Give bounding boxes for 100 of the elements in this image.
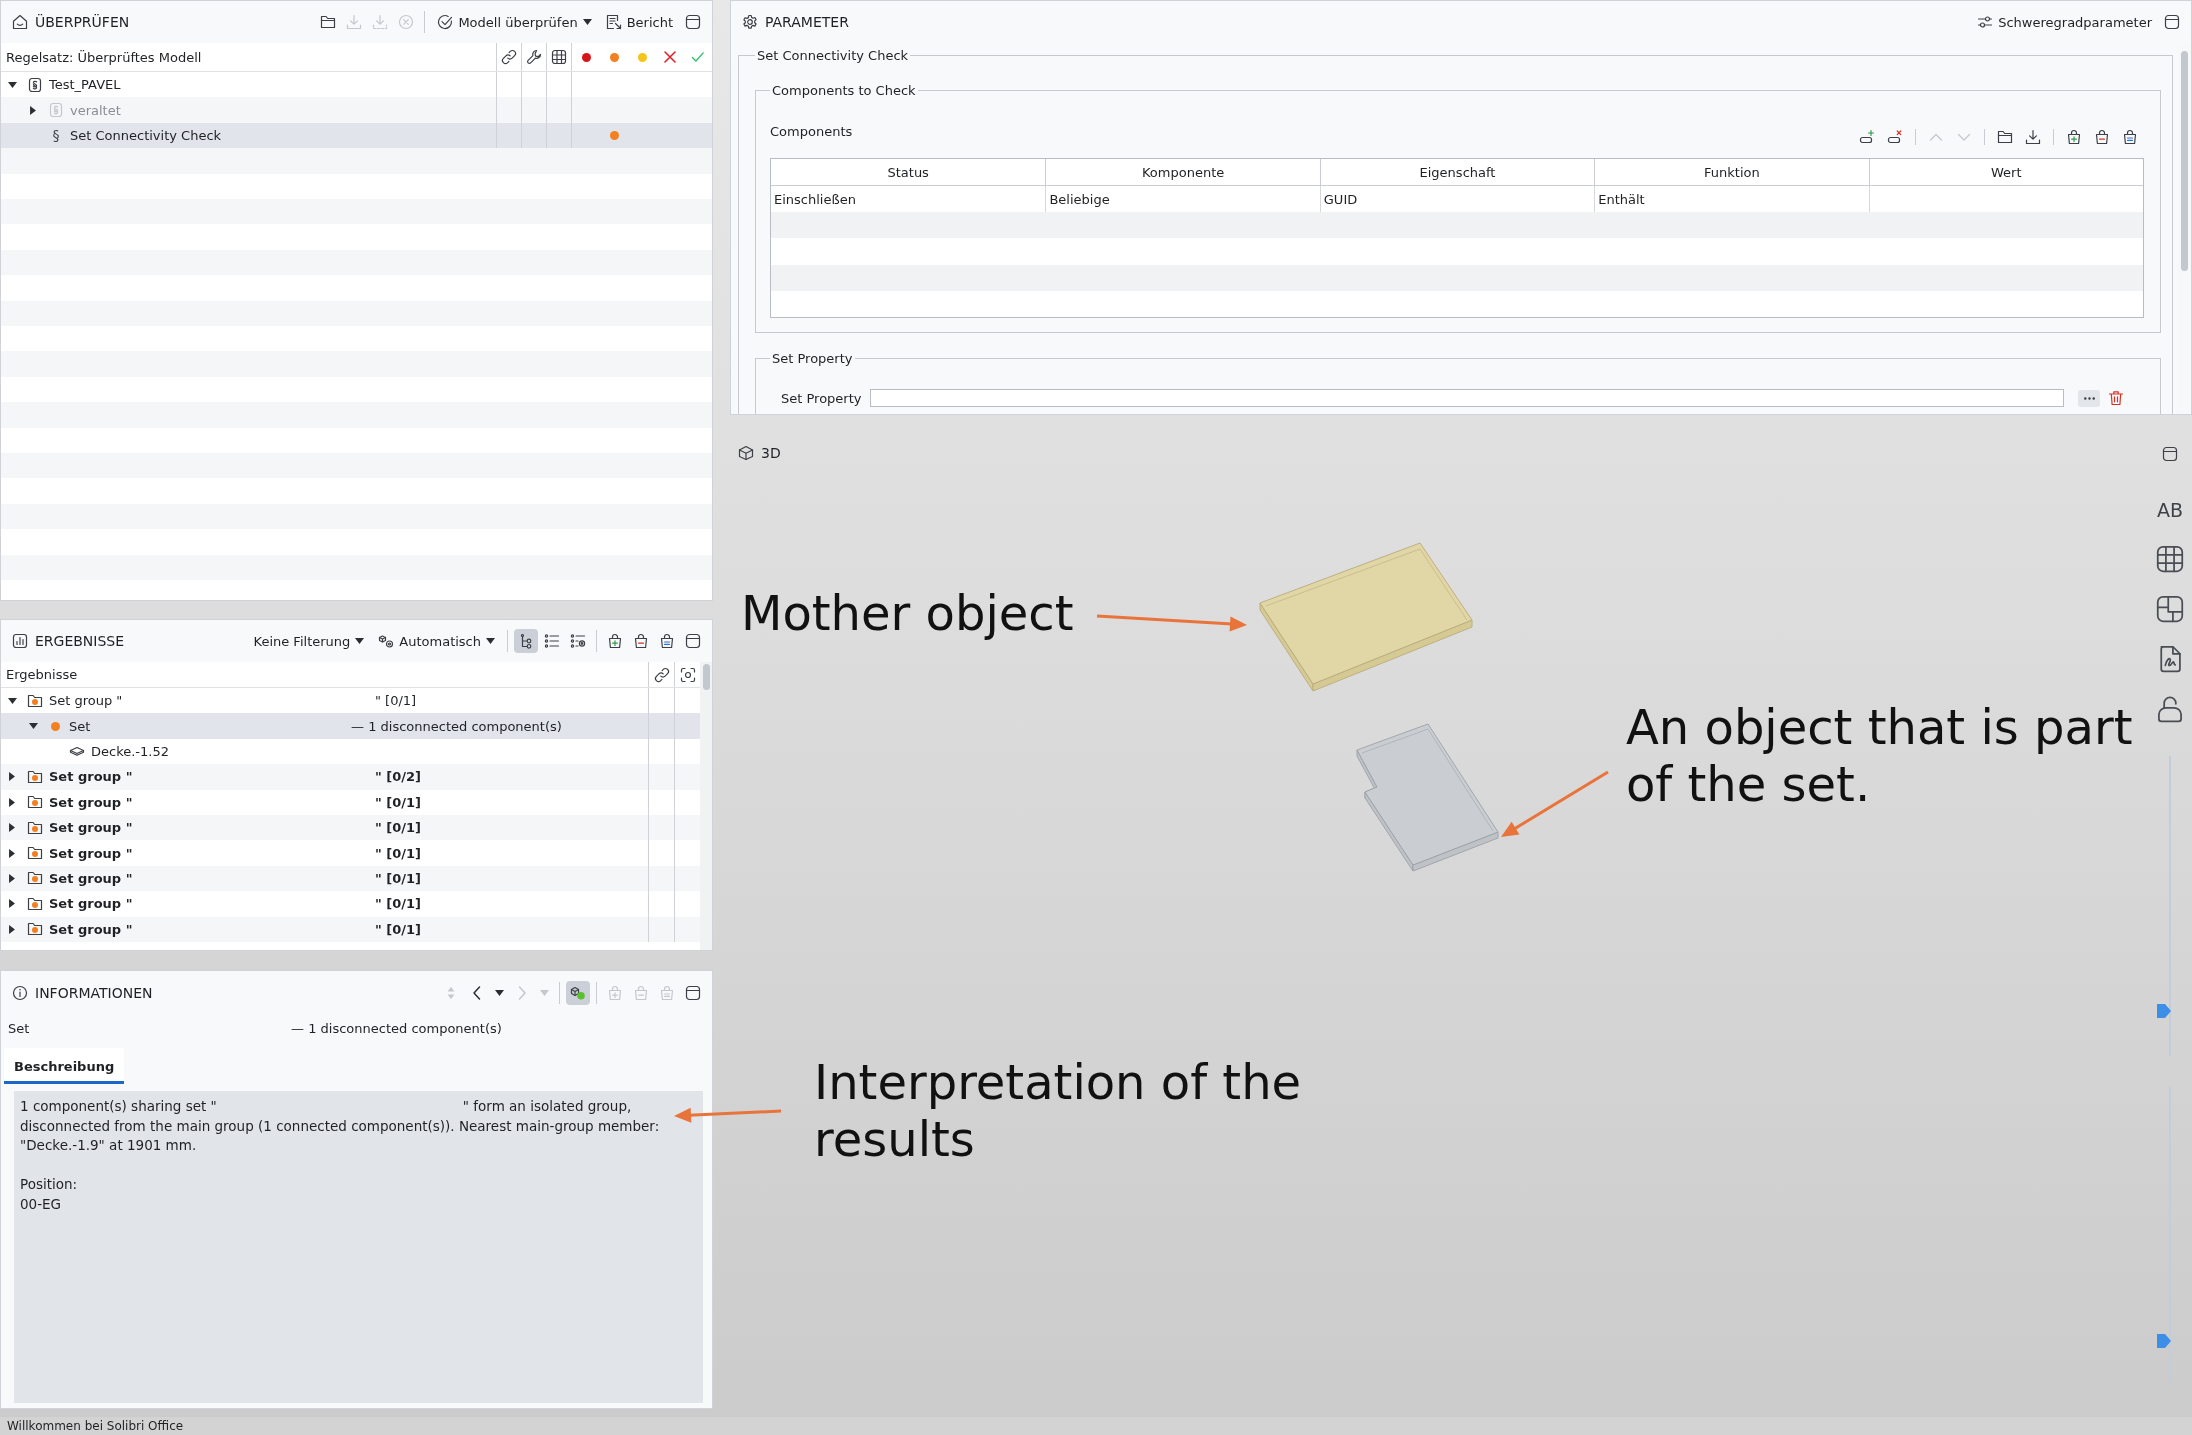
- folder-icon[interactable]: [320, 14, 337, 30]
- check-circle-icon: [437, 14, 454, 30]
- sliders-icon: [1977, 14, 1994, 30]
- caret-right-icon[interactable]: [9, 772, 15, 782]
- caret-down-icon: [355, 638, 365, 644]
- severity-parameters-button[interactable]: Schweregradparameter: [1975, 12, 2154, 32]
- severity-dot-icon[interactable]: [637, 52, 647, 62]
- column-header[interactable]: Status: [771, 159, 1046, 185]
- group-legend: Set Connectivity Check: [755, 48, 911, 63]
- panel-title: ÜBERPRÜFEN: [35, 14, 130, 30]
- column-header: Regelsatz: Überprüftes Modell: [5, 49, 203, 65]
- group-legend: Set Property: [770, 351, 855, 367]
- tab[interactable]: Beschreibung: [4, 1048, 125, 1084]
- tree-item-label: Set group ": [49, 769, 133, 785]
- result-detail: " [0/2]: [375, 769, 422, 785]
- window-icon[interactable]: [2164, 14, 2180, 30]
- table-cell: Einschließen: [774, 191, 856, 207]
- report-button[interactable]: Bericht: [603, 12, 675, 32]
- download-icon[interactable]: [2025, 129, 2041, 145]
- tree-row[interactable]: § Set Connectivity Check: [1, 122, 712, 149]
- folder-icon: [27, 845, 43, 862]
- highlight-cubes-icon[interactable]: [566, 981, 590, 1005]
- column-header[interactable]: Komponente: [1045, 159, 1320, 185]
- column-header[interactable]: Funktion: [1594, 159, 1869, 185]
- bag-minus-icon[interactable]: [2094, 129, 2110, 145]
- tree-item-label: Set Connectivity Check: [70, 127, 222, 143]
- caret-right-icon[interactable]: [9, 848, 15, 858]
- position-label: Position:: [20, 1175, 79, 1195]
- link-icon[interactable]: [501, 49, 517, 65]
- scrollbar[interactable]: [700, 662, 712, 950]
- result-detail: " [0/1]: [375, 896, 422, 912]
- group-legend: Components to Check: [770, 83, 918, 98]
- list-settings-icon[interactable]: [570, 633, 586, 649]
- result-detail: " [0/1]: [375, 794, 422, 810]
- add-row-icon[interactable]: [1859, 129, 1875, 145]
- focus-icon[interactable]: [679, 666, 696, 683]
- caret-right-icon[interactable]: [9, 823, 15, 833]
- list-icon[interactable]: [544, 633, 560, 649]
- cross-icon[interactable]: [664, 51, 676, 63]
- remove-row-icon[interactable]: [1887, 129, 1903, 145]
- caret-down-icon[interactable]: [28, 723, 38, 730]
- table-icon[interactable]: [551, 49, 567, 65]
- slab-icon: [70, 746, 84, 756]
- tree-view-icon[interactable]: [514, 629, 538, 653]
- window-icon[interactable]: [685, 985, 701, 1001]
- severity-dot-icon[interactable]: [581, 52, 591, 62]
- window-icon[interactable]: [685, 14, 701, 30]
- labels-button[interactable]: AB: [2156, 497, 2183, 523]
- tree-row[interactable]: Set — 1 disconnected component(s): [1, 713, 700, 739]
- tree-item-label: veraltet: [70, 102, 121, 118]
- tree-item-label: Set group ": [49, 870, 133, 886]
- filter-dropdown[interactable]: Keine Filterung: [251, 631, 367, 651]
- check-model-button[interactable]: Modell überprüfen: [435, 12, 594, 32]
- caret-down-icon: [582, 19, 592, 25]
- caret-down-icon[interactable]: [495, 990, 504, 996]
- bag-minus-icon[interactable]: [633, 633, 649, 649]
- caret-down-icon[interactable]: [7, 697, 17, 704]
- tree-item-label: Set group ": [49, 820, 133, 836]
- trash-icon[interactable]: [2108, 390, 2124, 407]
- caret-right-icon[interactable]: [9, 924, 15, 934]
- chart-icon: [12, 633, 28, 649]
- bag-plus-icon[interactable]: [2066, 129, 2082, 145]
- panel-title: ERGEBNISSE: [35, 633, 125, 649]
- column-header[interactable]: Wert: [1868, 159, 2143, 185]
- mode-dropdown[interactable]: Automatisch: [376, 631, 497, 651]
- rule-set-icon: [27, 76, 43, 93]
- folder-icon: [27, 768, 43, 785]
- caret-down-icon[interactable]: [7, 81, 17, 88]
- folder-icon[interactable]: [1997, 129, 2013, 145]
- wrench-icon[interactable]: [526, 49, 542, 65]
- column-header[interactable]: Eigenschaft: [1319, 159, 1595, 185]
- caret-right-icon[interactable]: [9, 899, 15, 909]
- grid-icon[interactable]: [2156, 545, 2184, 573]
- browse-button[interactable]: [2078, 389, 2100, 407]
- tree-item-label: Set group ": [49, 896, 133, 912]
- window-icon[interactable]: [2162, 446, 2178, 462]
- folder-icon: [27, 692, 43, 709]
- tree-item-label: Set group ": [49, 693, 123, 709]
- link-icon[interactable]: [653, 666, 670, 683]
- severity-dot-icon[interactable]: [609, 52, 619, 62]
- slider-thumb[interactable]: [2157, 1334, 2171, 1349]
- slider-thumb[interactable]: [2157, 1004, 2171, 1018]
- bag-plus-icon[interactable]: [607, 633, 623, 649]
- unlocked-padlock-icon[interactable]: [2156, 695, 2184, 723]
- panel-title: 3D: [761, 445, 781, 461]
- panel-title: INFORMATIONEN: [35, 985, 153, 1001]
- bag-equals-icon[interactable]: [2122, 129, 2138, 145]
- tree-item-label: Set: [69, 718, 91, 734]
- summary-detail: — 1 disconnected component(s): [291, 1020, 502, 1036]
- bag-equals-icon[interactable]: [659, 633, 675, 649]
- section-sign: §: [51, 127, 61, 144]
- annotation-text: Mother object: [741, 585, 1074, 642]
- floor-plan-icon[interactable]: [2156, 595, 2184, 623]
- column-header: Ergebnisse: [5, 667, 79, 682]
- folder-icon: [27, 794, 43, 811]
- window-icon[interactable]: [685, 633, 701, 649]
- input-field[interactable]: [869, 389, 2064, 408]
- caret-right-icon[interactable]: [9, 873, 15, 883]
- caret-right-icon[interactable]: [9, 797, 15, 807]
- rule-set-icon: [48, 102, 64, 119]
